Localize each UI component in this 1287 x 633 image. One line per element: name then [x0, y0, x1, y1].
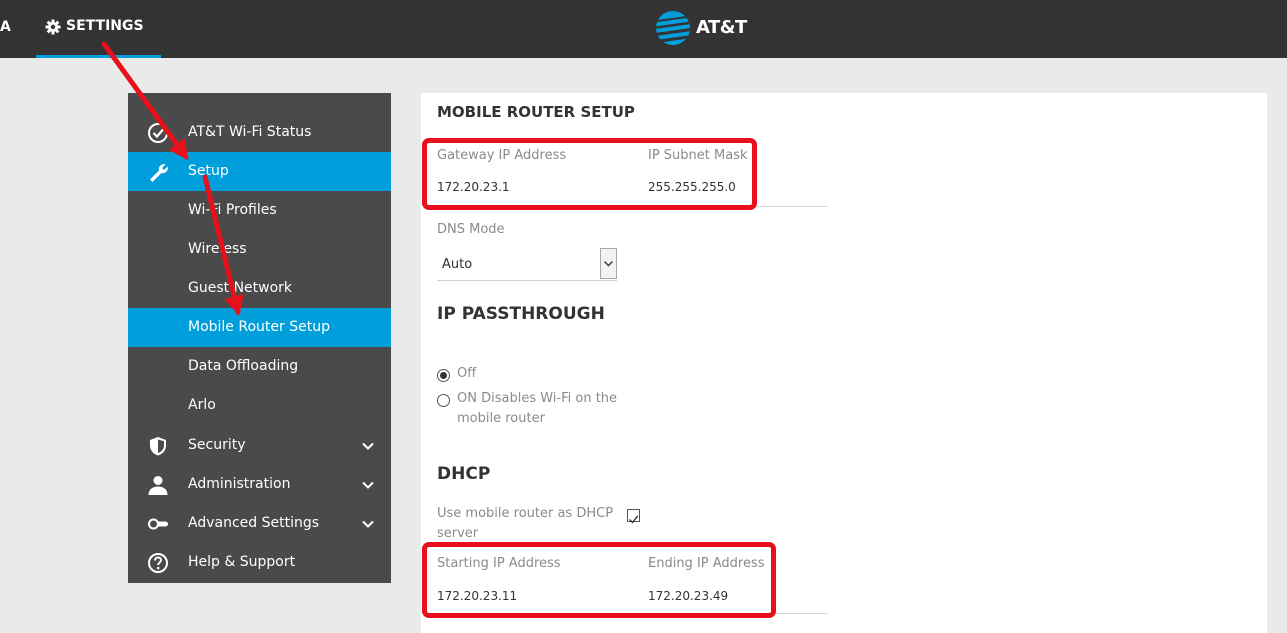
passthrough-on-radio[interactable]	[437, 394, 450, 407]
sidebar-item-wifi-status[interactable]: AT&T Wi-Fi Status	[128, 113, 391, 152]
passthrough-off-label: Off	[457, 366, 477, 381]
sidebar-item-help-support[interactable]: Help & Support	[128, 543, 391, 582]
tab-settings-label: SETTINGS	[66, 18, 144, 34]
ip-passthrough-title: IP PASSTHROUGH	[437, 304, 605, 324]
sidebar-item-label: Setup	[188, 163, 229, 179]
dhcp-title: DHCP	[437, 464, 491, 484]
question-circle-icon	[148, 553, 168, 573]
sidebar-item-advanced-settings[interactable]: Advanced Settings	[128, 504, 391, 543]
highlight-box-gateway	[422, 138, 757, 210]
att-globe-icon	[656, 11, 690, 45]
tab-settings[interactable]: SETTINGS	[36, 0, 161, 58]
sidebar-item-label: AT&T Wi-Fi Status	[188, 124, 312, 140]
sidebar-item-mobile-router-setup[interactable]: Mobile Router Setup	[128, 308, 391, 347]
passthrough-on-label-line2: mobile router	[457, 411, 545, 426]
sidebar-item-wifi-profiles[interactable]: Wi-Fi Profiles	[128, 191, 391, 230]
chevron-down-icon[interactable]	[361, 439, 375, 453]
checkmark-icon	[629, 515, 639, 524]
wrench-icon	[150, 164, 168, 182]
chevron-down-icon[interactable]	[361, 517, 375, 531]
highlight-box-dhcp-range	[422, 542, 776, 618]
user-icon	[148, 476, 168, 495]
dns-mode-dropdown-button[interactable]	[600, 248, 617, 279]
dns-mode-value: Auto	[442, 257, 473, 272]
check-circle-icon	[148, 123, 168, 143]
top-navigation-bar: A SETTINGS AT&T	[0, 0, 1287, 58]
shield-icon	[150, 437, 166, 456]
sidebar-item-label: Security	[188, 437, 246, 453]
toggle-icon	[148, 518, 168, 530]
sidebar-item-arlo[interactable]: Arlo	[128, 386, 391, 425]
chevron-down-icon[interactable]	[361, 478, 375, 492]
sidebar-item-label: Advanced Settings	[188, 515, 320, 531]
sidebar-item-guest-network[interactable]: Guest Network	[128, 269, 391, 308]
sidebar-item-label: Wireless	[188, 241, 247, 257]
sidebar-item-setup[interactable]: Setup	[128, 152, 391, 191]
att-logo-text: AT&T	[696, 17, 747, 38]
chevron-down-icon	[604, 261, 613, 267]
sidebar-item-label: Help & Support	[188, 554, 296, 570]
sidebar-item-administration[interactable]: Administration	[128, 465, 391, 504]
dns-mode-label: DNS Mode	[437, 222, 505, 237]
top-tab-partial[interactable]: A	[0, 19, 11, 35]
dns-mode-select[interactable]: Auto	[437, 248, 617, 281]
sidebar-item-wireless[interactable]: Wireless	[128, 230, 391, 269]
sidebar-item-label: Wi-Fi Profiles	[188, 202, 277, 218]
sidebar-item-label: Arlo	[188, 397, 216, 413]
sidebar-item-label: Data Offloading	[188, 358, 299, 374]
page-title: MOBILE ROUTER SETUP	[437, 103, 635, 121]
sidebar: AT&T Wi-Fi Status Setup Wi-Fi Profiles W…	[128, 93, 391, 583]
sidebar-item-label: Administration	[188, 476, 291, 492]
gear-icon	[45, 19, 61, 35]
sidebar-item-security[interactable]: Security	[128, 426, 391, 465]
sidebar-item-data-offloading[interactable]: Data Offloading	[128, 347, 391, 386]
sidebar-item-label: Mobile Router Setup	[188, 319, 330, 335]
dhcp-enable-checkbox[interactable]	[627, 509, 640, 524]
passthrough-off-radio[interactable]	[437, 369, 450, 382]
passthrough-on-label-line1: ON Disables Wi-Fi on the	[457, 391, 618, 406]
sidebar-item-label: Guest Network	[188, 280, 293, 296]
dhcp-use-label-line2: server	[437, 526, 479, 541]
dhcp-use-label-line1: Use mobile router as DHCP	[437, 506, 614, 521]
